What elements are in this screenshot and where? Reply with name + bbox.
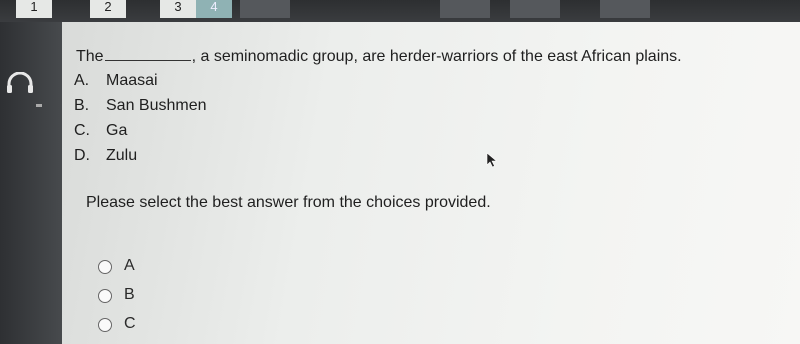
question-tab-1[interactable]: 1	[16, 0, 52, 18]
choice-a: A. Maasai	[74, 72, 158, 90]
choice-text: Ga	[106, 122, 128, 139]
question-tab-4[interactable]: 4	[196, 0, 232, 18]
choice-b: B. San Bushmen	[74, 97, 207, 115]
choice-text: Maasai	[106, 72, 158, 89]
choice-letter: B.	[74, 97, 90, 114]
question-tab-bar: 1 2 3 4	[0, 0, 800, 22]
choice-d: D. Zulu	[74, 147, 137, 165]
radio-button[interactable]	[98, 260, 112, 274]
question-prefix: The	[76, 48, 104, 65]
choice-text: Zulu	[106, 147, 138, 164]
choice-text: San Bushmen	[106, 97, 207, 114]
choice-letter: A.	[74, 72, 90, 89]
choice-letter: D.	[74, 147, 90, 164]
question-text: The , a seminomadic group, are herder-war…	[76, 46, 682, 66]
question-tab-2[interactable]: 2	[90, 0, 126, 18]
choice-c: C. Ga	[74, 122, 127, 140]
radio-button[interactable]	[98, 289, 112, 303]
question-tab-placeholder[interactable]	[440, 0, 490, 18]
question-tab-3[interactable]: 3	[160, 0, 196, 18]
question-suffix: , a seminomadic group, are herder-warrio…	[191, 48, 682, 65]
question-tab-placeholder[interactable]	[600, 0, 650, 18]
question-tab-placeholder[interactable]	[510, 0, 560, 18]
radio-label[interactable]: B	[124, 286, 135, 304]
question-tab-placeholder[interactable]	[240, 0, 290, 18]
gutter-marker	[36, 104, 42, 107]
question-panel: The , a seminomadic group, are herder-war…	[62, 22, 800, 344]
headphones-icon[interactable]	[6, 72, 34, 94]
instruction-text: Please select the best answer from the c…	[86, 194, 491, 211]
left-gutter	[0, 22, 62, 344]
choice-letter: C.	[74, 122, 90, 139]
cursor-icon	[486, 152, 498, 168]
radio-button[interactable]	[98, 318, 112, 332]
answer-blank	[104, 46, 191, 61]
radio-label[interactable]: A	[124, 257, 135, 275]
radio-label[interactable]: C	[124, 315, 136, 333]
